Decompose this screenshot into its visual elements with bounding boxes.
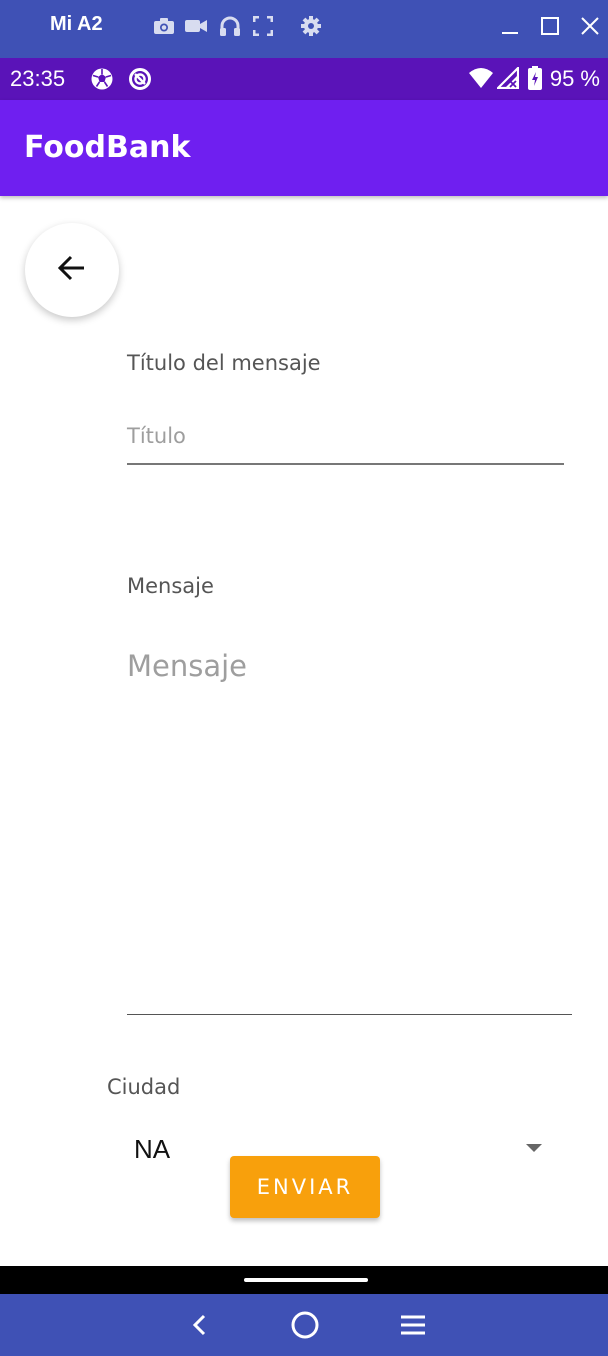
title-input-underline	[127, 463, 564, 465]
video-icon[interactable]	[184, 14, 208, 38]
app-title: FoodBank	[24, 130, 191, 165]
camera-icon[interactable]	[152, 14, 176, 38]
battery-percentage: 95 %	[549, 66, 600, 91]
city-field-label: Ciudad	[107, 1075, 181, 1099]
message-textarea-underline	[127, 1014, 572, 1015]
title-input-placeholder: Título	[127, 424, 186, 448]
status-bar: 23:35 95 %	[0, 58, 608, 100]
home-gesture-pill[interactable]	[244, 1278, 368, 1282]
soccer-ball-icon	[90, 67, 114, 95]
title-field-label: Título del mensaje	[127, 351, 321, 375]
nav-home-icon[interactable]	[288, 1308, 322, 1342]
app-bar: FoodBank	[0, 100, 608, 196]
close-icon[interactable]	[578, 14, 602, 38]
message-textarea[interactable]: Mensaje	[127, 640, 572, 1014]
fullscreen-icon[interactable]	[251, 14, 275, 38]
city-dropdown-value: NA	[134, 1134, 171, 1164]
title-input[interactable]: Título	[127, 410, 564, 466]
signal-icon	[495, 65, 520, 93]
dropdown-arrow-icon	[526, 1144, 542, 1152]
battery-icon	[528, 66, 542, 94]
message-field-label: Mensaje	[127, 574, 214, 598]
back-button[interactable]	[25, 223, 119, 317]
gesture-area	[0, 1266, 608, 1294]
send-button[interactable]: ENVIAR	[230, 1156, 380, 1218]
wifi-icon	[468, 67, 494, 93]
nav-back-icon[interactable]	[183, 1308, 217, 1342]
window-title: Mi A2	[50, 13, 103, 35]
status-time: 23:35	[10, 66, 66, 91]
maximize-icon[interactable]	[538, 14, 562, 38]
headphones-icon[interactable]	[218, 14, 242, 38]
navigation-bar	[0, 1294, 608, 1356]
emulator-window-bar: Mi A2	[0, 0, 608, 58]
settings-icon[interactable]	[299, 14, 323, 38]
nav-menu-icon[interactable]	[396, 1308, 430, 1342]
data-saver-icon	[128, 67, 152, 95]
message-textarea-placeholder: Mensaje	[127, 649, 248, 683]
arrow-back-icon	[57, 253, 87, 287]
minimize-icon[interactable]	[498, 14, 522, 38]
